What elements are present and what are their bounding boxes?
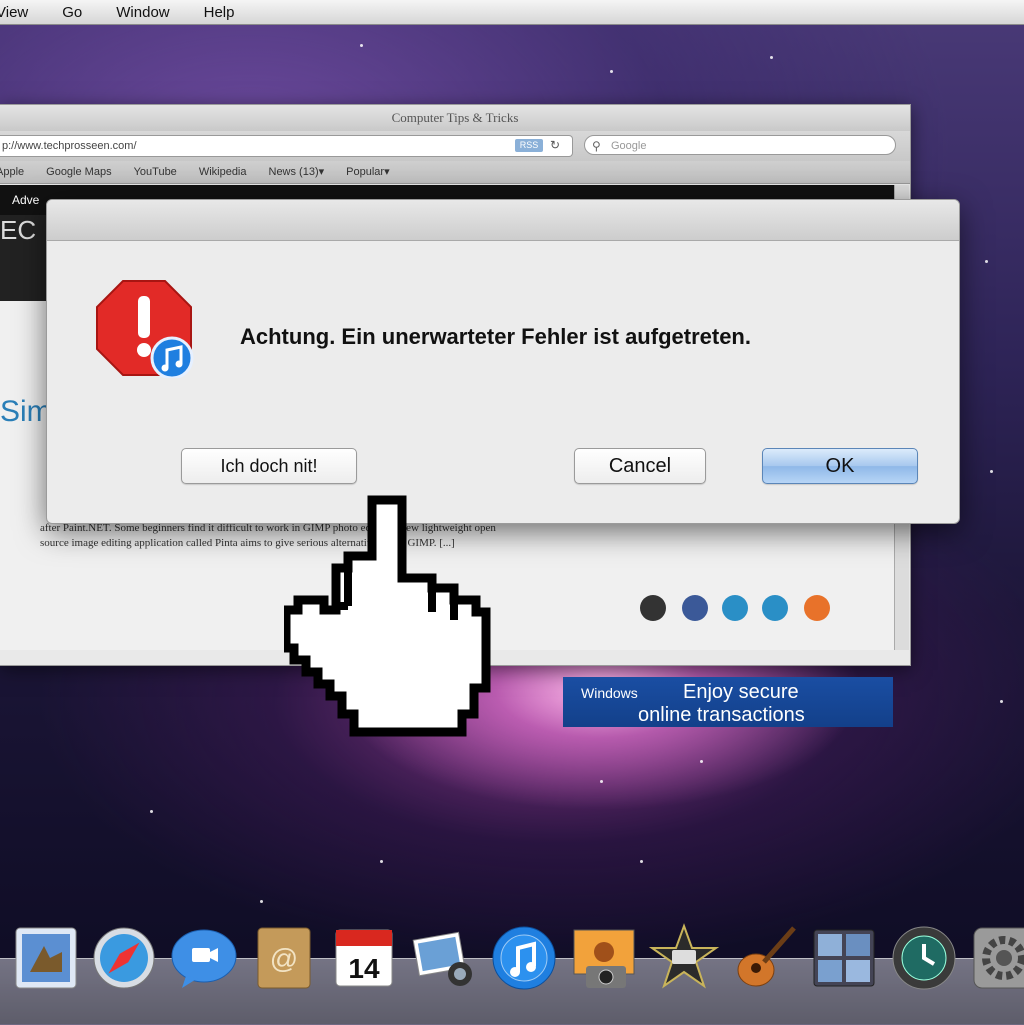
bookmark-youtube[interactable]: YouTube: [134, 161, 177, 183]
ical-icon[interactable]: 14: [328, 922, 400, 994]
garageband-icon[interactable]: [728, 922, 800, 994]
photo-booth-icon[interactable]: [568, 922, 640, 994]
bookmark-popular[interactable]: Popular▾: [346, 161, 389, 183]
bookmark-news[interactable]: News (13)▾: [269, 161, 325, 183]
search-placeholder: Google: [611, 140, 647, 152]
menu-window[interactable]: Window: [116, 4, 169, 21]
menu-go[interactable]: Go: [62, 4, 82, 21]
itunes-badge-icon: [150, 336, 194, 378]
ad-windows-label: Windows: [581, 685, 638, 701]
itunes-icon[interactable]: [488, 922, 560, 994]
social-icon[interactable]: [640, 595, 666, 621]
time-machine-icon[interactable]: [888, 922, 960, 994]
hand-cursor-icon: [284, 495, 491, 737]
menu-bar: View Go Window Help: [0, 0, 1024, 25]
share-icon[interactable]: [762, 595, 788, 621]
menu-view[interactable]: View: [0, 4, 28, 21]
site-header: EC: [0, 215, 48, 301]
search-input[interactable]: ⚲ Google: [584, 135, 896, 155]
bookmarks-bar: Apple Google Maps YouTube Wikipedia News…: [0, 161, 910, 184]
stop-alert-icon: [96, 280, 194, 378]
svg-text:@: @: [270, 943, 298, 974]
ad-line-1: Enjoy secure: [683, 681, 799, 703]
preview-icon[interactable]: [10, 922, 82, 994]
ical-date: 14: [348, 953, 380, 984]
bookmark-apple[interactable]: Apple: [0, 161, 24, 183]
dialog-titlebar[interactable]: [47, 200, 959, 241]
ad-line-2: online transactions: [638, 704, 805, 726]
facebook-icon[interactable]: [682, 595, 708, 621]
system-preferences-icon[interactable]: [968, 922, 1024, 994]
twitter-icon[interactable]: [722, 595, 748, 621]
ichat-icon[interactable]: [168, 922, 240, 994]
browser-toolbar: p://www.techprosseen.com/ RSS ↻ ⚲ Google: [0, 131, 910, 161]
windows-ad-banner[interactable]: Windows Enjoy secure online transactions: [563, 677, 893, 727]
article-title[interactable]: Sim: [0, 395, 52, 429]
reload-icon[interactable]: ↻: [550, 138, 560, 152]
bookmark-google-maps[interactable]: Google Maps: [46, 161, 111, 183]
browser-title: Computer Tips & Tricks: [0, 105, 910, 131]
ich-doch-nit-button[interactable]: Ich doch nit!: [181, 448, 357, 484]
rss-icon[interactable]: RSS: [515, 139, 543, 152]
menu-help[interactable]: Help: [204, 4, 235, 21]
ok-button[interactable]: OK: [762, 448, 918, 484]
spaces-icon[interactable]: [808, 922, 880, 994]
safari-icon[interactable]: [88, 922, 160, 994]
site-nav-link[interactable]: Adve: [12, 193, 39, 207]
address-book-icon[interactable]: @: [248, 922, 320, 994]
cancel-button[interactable]: Cancel: [574, 448, 706, 484]
error-dialog: Achtung. Ein unerwarteter Fehler ist auf…: [46, 199, 960, 524]
iphoto-icon[interactable]: [408, 922, 480, 994]
rss-feed-icon[interactable]: [804, 595, 830, 621]
imovie-icon[interactable]: [648, 922, 720, 994]
bookmark-wikipedia[interactable]: Wikipedia: [199, 161, 247, 183]
site-brand: EC: [0, 215, 37, 245]
search-icon: ⚲: [592, 139, 601, 153]
address-bar[interactable]: p://www.techprosseen.com/: [0, 135, 573, 157]
error-message: Achtung. Ein unerwarteter Fehler ist auf…: [240, 324, 751, 349]
